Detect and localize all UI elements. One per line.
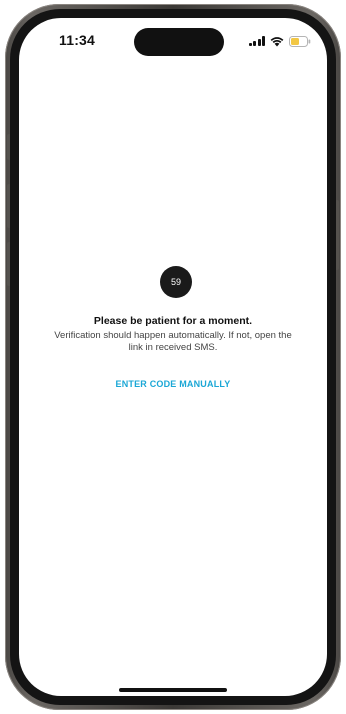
home-indicator[interactable] [119, 688, 227, 692]
enter-code-manually-link[interactable]: ENTER CODE MANUALLY [19, 379, 327, 389]
countdown-value: 59 [170, 277, 181, 287]
patience-title: Please be patient for a moment. [93, 315, 253, 327]
countdown-timer-badge: 59 [160, 266, 192, 298]
verification-content: 59 Please be patient for a moment. Verif… [19, 18, 327, 696]
phone-screen: 11:34 59 Please be patient for a moment.… [19, 18, 327, 696]
verification-message: Verification should happen automatically… [54, 330, 292, 353]
